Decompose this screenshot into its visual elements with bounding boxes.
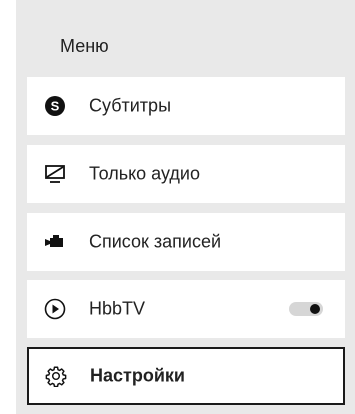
svg-text:S: S: [51, 99, 60, 114]
menu-item-label: Список записей: [89, 231, 222, 252]
toggle-knob: [310, 304, 320, 314]
menu-item-label: Только аудио: [89, 163, 200, 184]
gear-icon: [45, 365, 67, 387]
play-circle-icon: [44, 298, 66, 320]
hbbtv-toggle[interactable]: [289, 302, 323, 316]
menu-item-label: Настройки: [90, 365, 185, 386]
menu-title: Меню: [60, 36, 109, 56]
menu-item-settings[interactable]: Настройки: [27, 347, 345, 405]
subtitles-s-icon: S: [44, 95, 66, 117]
screen-off-icon: [44, 163, 66, 185]
menu-item-audio-only[interactable]: Только аудио: [27, 145, 345, 203]
video-camera-icon: [44, 231, 66, 253]
menu-item-label: HbbTV: [89, 298, 146, 319]
menu-item-label: Субтитры: [89, 95, 172, 116]
menu-item-hbbtv[interactable]: HbbTV: [27, 280, 345, 338]
menu-item-recordings[interactable]: Список записей: [27, 213, 345, 271]
menu-item-subtitles[interactable]: S Субтитры: [27, 77, 345, 135]
